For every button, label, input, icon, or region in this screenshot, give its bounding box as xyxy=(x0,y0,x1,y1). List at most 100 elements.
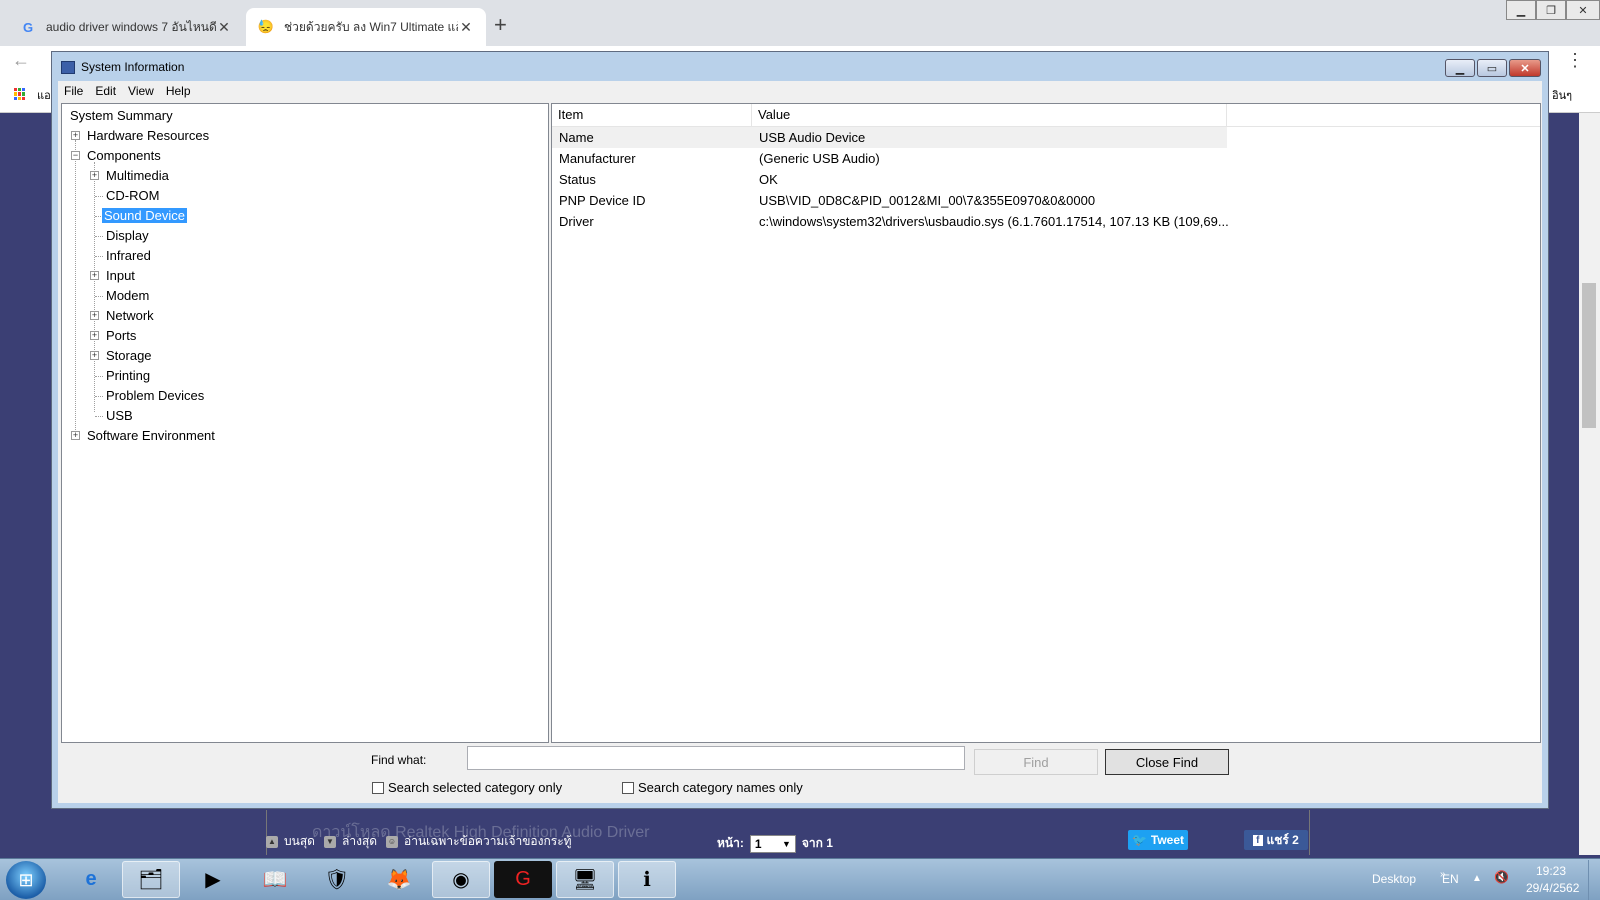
tree-node-system-summary[interactable]: System Summary xyxy=(68,107,175,125)
list-row[interactable]: PNP Device ID USB\VID_0D8C&PID_0012&MI_0… xyxy=(552,190,1227,211)
tree-node-ports[interactable]: Ports xyxy=(104,327,138,345)
tweet-button[interactable]: 🐦 Tweet xyxy=(1128,830,1188,850)
maximize-button[interactable]: ▭ xyxy=(1477,59,1507,77)
facebook-icon: f xyxy=(1253,834,1263,846)
bookmark-item[interactable]: อินๆ xyxy=(1552,86,1572,104)
category-tree[interactable]: System Summary + Hardware Resources − Co… xyxy=(61,103,549,743)
expand-plus-icon[interactable]: + xyxy=(90,271,99,280)
user-icon: ☺ xyxy=(386,835,398,848)
clock-date[interactable]: 29/4/2562 xyxy=(1526,881,1579,895)
system-information-taskbar-icon[interactable]: ℹ xyxy=(618,861,676,898)
dropdown-arrow-icon: ▼ xyxy=(781,838,791,849)
control-panel-icon[interactable]: 🖥 xyxy=(556,861,614,898)
apps-grid-icon[interactable] xyxy=(14,88,26,100)
show-hidden-icons-arrow-icon[interactable]: ▲ xyxy=(1472,873,1482,884)
tree-node-input[interactable]: Input xyxy=(104,267,137,285)
expand-plus-icon[interactable]: + xyxy=(90,311,99,320)
expand-plus-icon[interactable]: + xyxy=(90,171,99,180)
expand-plus-icon[interactable]: + xyxy=(71,131,80,140)
tree-node-software-environment[interactable]: Software Environment xyxy=(85,427,217,445)
minimize-button[interactable]: ▁ xyxy=(1445,59,1475,77)
scroll-bottom-link[interactable]: ▼ ล่างสุด xyxy=(324,832,377,851)
pagination: หน้า: 1 ▼ จาก 1 xyxy=(717,834,833,853)
language-indicator[interactable]: EN xyxy=(1442,872,1459,886)
tree-node-components[interactable]: Components xyxy=(85,147,163,165)
close-tab-icon[interactable]: ✕ xyxy=(216,19,232,36)
minimize-browser-button[interactable]: ▁ xyxy=(1506,0,1536,20)
page-scrollbar[interactable] xyxy=(1579,113,1600,855)
list-row[interactable]: Driver c:\windows\system32\drivers\usbau… xyxy=(552,211,1229,232)
tree-node-cd-rom[interactable]: CD-ROM xyxy=(104,187,161,205)
expand-plus-icon[interactable]: + xyxy=(90,331,99,340)
list-row[interactable]: Manufacturer (Generic USB Audio) xyxy=(552,148,1227,169)
tree-node-display[interactable]: Display xyxy=(104,227,151,245)
list-row[interactable]: Name USB Audio Device xyxy=(552,127,1227,148)
checkbox-box[interactable] xyxy=(622,781,634,794)
search-selected-category-checkbox[interactable]: Search selected category only xyxy=(372,780,562,795)
internet-explorer-icon[interactable]: e xyxy=(62,861,120,898)
new-tab-button[interactable]: + xyxy=(494,12,507,38)
collapse-minus-icon[interactable]: − xyxy=(71,151,80,160)
garena-icon[interactable]: G xyxy=(494,861,552,898)
facebook-share-button[interactable]: f แชร์ 2 xyxy=(1244,830,1308,850)
start-button-windows-icon[interactable]: ⊞ xyxy=(6,861,46,899)
show-desktop-button[interactable] xyxy=(1588,860,1600,900)
firefox-icon[interactable]: 🦊 xyxy=(370,861,428,898)
column-header-value[interactable]: Value xyxy=(752,104,1227,126)
close-browser-button[interactable]: ✕ xyxy=(1566,0,1600,20)
column-header-item[interactable]: Item xyxy=(552,104,752,126)
desktop-toolbar-label[interactable]: Desktop xyxy=(1372,872,1416,886)
browser-menu-icon[interactable]: ⋮ xyxy=(1566,50,1584,71)
menu-bar: File Edit View Help xyxy=(58,81,1542,101)
twitter-bird-icon: 🐦 xyxy=(1131,833,1147,847)
arrow-up-icon: ▲ xyxy=(266,835,278,848)
expand-plus-icon[interactable]: + xyxy=(71,431,80,440)
antivirus-icon[interactable]: 🛡 xyxy=(308,861,366,898)
tree-node-storage[interactable]: Storage xyxy=(104,347,154,365)
find-button[interactable]: Find xyxy=(974,749,1098,775)
scroll-top-link[interactable]: ▲ บนสุด xyxy=(266,832,315,851)
browser-tab-2-active[interactable]: 😓 ช่วยด้วยครับ ลง Win7 Ultimate แล้ว ✕ xyxy=(246,8,486,46)
page-scrollbar-thumb[interactable] xyxy=(1582,283,1596,428)
close-tab-icon[interactable]: ✕ xyxy=(458,19,474,36)
tree-node-infrared[interactable]: Infrared xyxy=(104,247,153,265)
media-player-icon[interactable]: ▶ xyxy=(184,861,242,898)
arrow-down-icon: ▼ xyxy=(324,835,336,848)
tab-title: ช่วยด้วยครับ ลง Win7 Ultimate แล้ว xyxy=(284,19,458,34)
restore-browser-button[interactable]: ❐ xyxy=(1536,0,1566,20)
tree-node-sound-device[interactable]: Sound Device xyxy=(102,207,187,225)
emoji-favicon-icon: 😓 xyxy=(257,19,275,34)
details-list-view[interactable]: Item Value Name USB Audio Device Manufac… xyxy=(551,103,1541,743)
back-arrow-icon[interactable]: ← xyxy=(12,50,30,71)
file-explorer-icon[interactable]: 🗂 xyxy=(122,861,180,898)
tree-node-usb[interactable]: USB xyxy=(104,407,135,425)
close-find-button[interactable]: Close Find xyxy=(1105,749,1229,775)
menu-view[interactable]: View xyxy=(122,84,160,98)
tree-node-problem-devices[interactable]: Problem Devices xyxy=(104,387,206,405)
tree-node-network[interactable]: Network xyxy=(104,307,156,325)
checkbox-box[interactable] xyxy=(372,781,384,794)
browser-tab-1[interactable]: G audio driver windows 7 อันไหนดี ✕ xyxy=(8,8,244,46)
search-category-names-checkbox[interactable]: Search category names only xyxy=(622,780,803,795)
clock-time[interactable]: 19:23 xyxy=(1536,864,1566,878)
tab-title: audio driver windows 7 อันไหนดี xyxy=(46,19,216,34)
find-what-input[interactable] xyxy=(467,746,965,770)
tree-node-printing[interactable]: Printing xyxy=(104,367,152,385)
speaker-muted-icon[interactable]: 🔇 xyxy=(1494,870,1509,884)
menu-edit[interactable]: Edit xyxy=(89,84,122,98)
book-app-icon[interactable]: 📖 xyxy=(246,861,304,898)
expand-plus-icon[interactable]: + xyxy=(90,351,99,360)
tree-node-multimedia[interactable]: Multimedia xyxy=(104,167,171,185)
close-window-button[interactable]: ✕ xyxy=(1509,59,1541,77)
chrome-icon[interactable]: ◉ xyxy=(432,861,490,898)
tree-node-modem[interactable]: Modem xyxy=(104,287,151,305)
menu-help[interactable]: Help xyxy=(160,84,197,98)
tree-node-hardware-resources[interactable]: Hardware Resources xyxy=(85,127,211,145)
owner-only-link[interactable]: ☺ อ่านเฉพาะข้อความเจ้าของกระทู้ xyxy=(386,832,572,851)
list-header: Item Value xyxy=(552,104,1540,127)
bookmark-item[interactable]: แอ xyxy=(37,86,51,104)
system-info-icon xyxy=(61,60,75,74)
menu-file[interactable]: File xyxy=(58,84,89,98)
list-row[interactable]: Status OK xyxy=(552,169,1227,190)
page-select[interactable]: 1 ▼ xyxy=(749,834,796,853)
